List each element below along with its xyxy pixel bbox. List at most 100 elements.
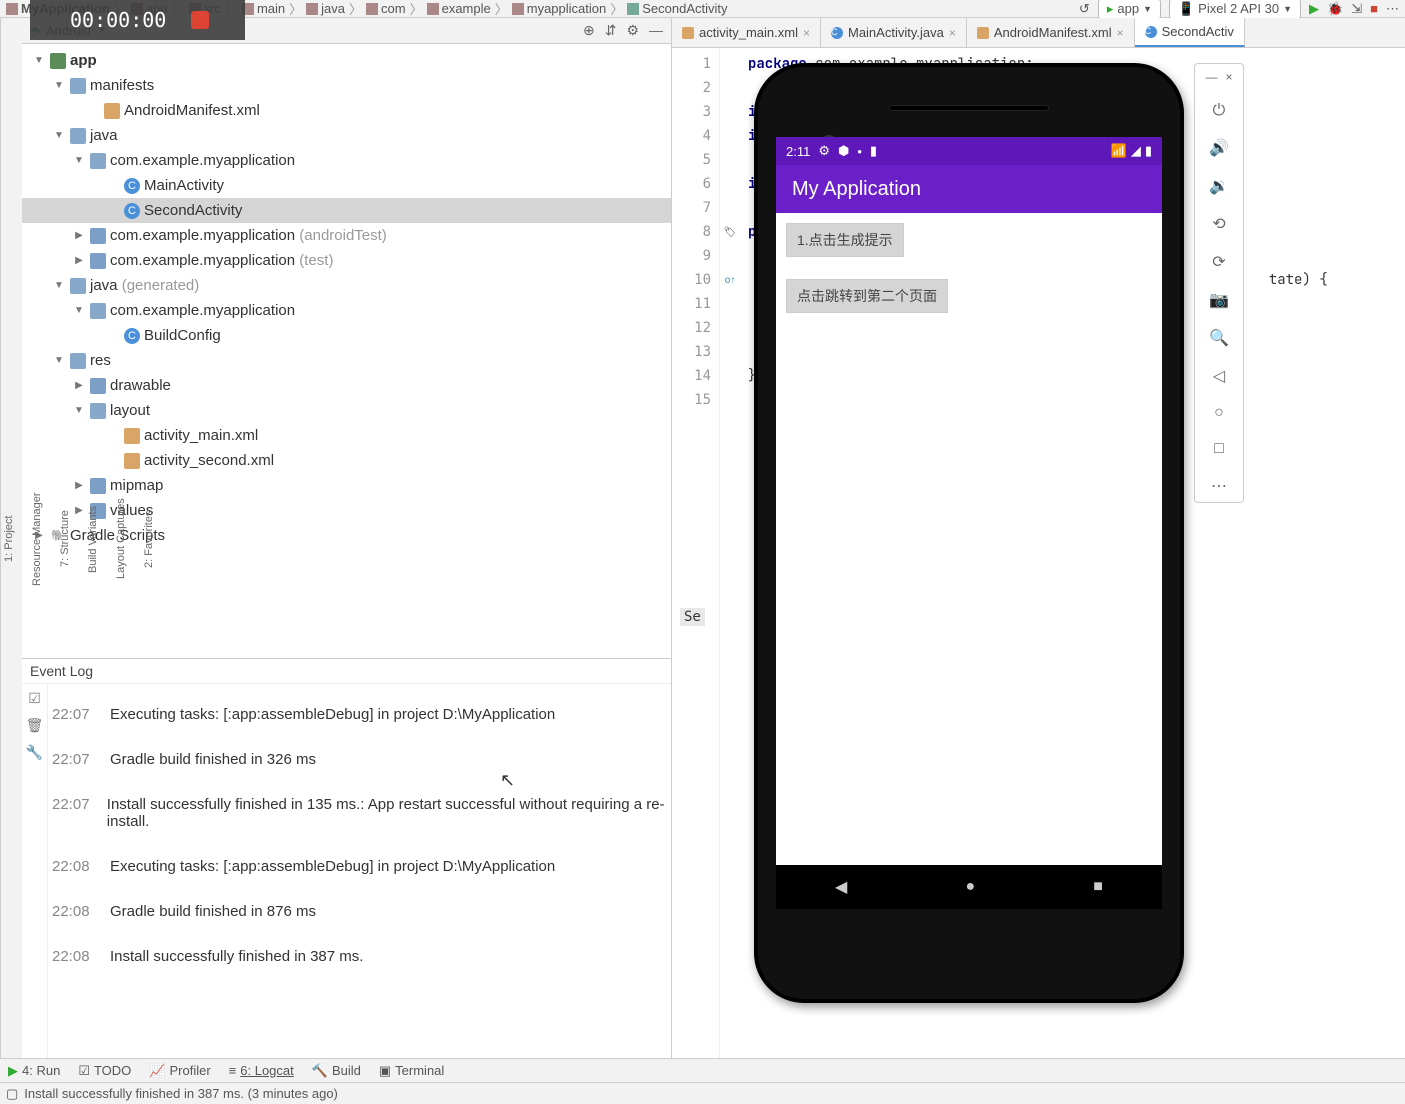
collapse-icon[interactable]: ⇵ [605,22,617,39]
xml-icon [977,27,989,39]
close-icon[interactable]: × [803,26,810,40]
package-icon [90,253,106,269]
hide-icon[interactable]: — [649,22,663,39]
tree-layout[interactable]: ▼layout [22,398,671,423]
editor-tab-androidmanifest[interactable]: AndroidManifest.xml× [967,18,1135,47]
overview-icon[interactable]: □ [1214,440,1224,458]
device-dropdown[interactable]: 📱Pixel 2 API 30▼ [1169,0,1301,19]
tree-manifests[interactable]: ▼manifests [22,73,671,98]
override-icon[interactable]: o↑ [720,268,740,292]
tree-pkg-test[interactable]: ▶com.example.myapplication (test) [22,248,671,273]
tab-profiler[interactable]: 📈Profiler [149,1063,210,1079]
close-icon[interactable]: × [1225,70,1232,84]
rail-build-variants[interactable]: Build Variants [85,501,101,576]
record-icon[interactable] [191,11,209,29]
phone-screen[interactable]: 2:11 ⚙ ⬢ • ▮ 📶 ◢ ▮ My App [776,137,1162,909]
tree-java[interactable]: ▼java [22,123,671,148]
tree-res[interactable]: ▼res [22,348,671,373]
more-icon[interactable]: ⋯ [1211,476,1227,496]
run-icon[interactable]: ▶ [1309,1,1319,17]
recording-overlay: 00:00:00 [30,0,245,40]
checkbox-icon[interactable]: ☑ [28,690,41,707]
breadcrumb-item[interactable]: com [366,1,406,16]
rail-resource-manager[interactable]: Resource Manager [29,488,45,590]
gutter-icon[interactable]: 🏷 [720,220,740,244]
minimize-icon[interactable]: — [1205,70,1217,84]
home-icon[interactable]: ○ [1214,404,1224,422]
breadcrumb-item[interactable]: myapplication [512,1,607,16]
rail-project[interactable]: 1: Project [1,512,17,566]
emulator-window[interactable]: 2:11 ⚙ ⬢ • ▮ 📶 ◢ ▮ My App [754,63,1244,1003]
rail-layout-captures[interactable]: Layout Captures [113,495,129,584]
event-log-messages[interactable]: 22:07Executing tasks: [:app:assembleDebu… [48,684,671,1060]
close-icon[interactable]: × [1117,26,1124,40]
generate-hint-button[interactable]: 1.点击生成提示 [786,223,904,257]
tree-mainactivity[interactable]: MainActivity [22,173,671,198]
rail-structure[interactable]: 7: Structure [57,507,73,572]
attach-icon[interactable]: ⇲ [1351,1,1362,17]
camera-icon[interactable]: 📷 [1209,290,1229,310]
app-content: 1.点击生成提示 点击跳转到第二个页面 [776,213,1162,323]
tab-build[interactable]: 🔨Build [312,1063,361,1079]
editor-tab-mainactivity[interactable]: MainActivity.java× [821,18,967,47]
goto-second-page-button[interactable]: 点击跳转到第二个页面 [786,279,948,313]
tab-logcat[interactable]: ≡6: Logcat [229,1063,294,1078]
breadcrumb-item[interactable]: main [242,1,285,16]
gear-icon: ⚙ [818,143,830,159]
folder-icon [70,128,86,144]
class-icon [124,178,140,194]
rotate-left-icon[interactable]: ⟲ [1212,214,1225,234]
folder-icon [70,78,86,94]
tab-todo[interactable]: ☑TODO [78,1063,131,1079]
tree-layout-second[interactable]: activity_second.xml [22,448,671,473]
folder-icon [306,3,318,15]
editor-body[interactable]: 123456789101112131415 🏷 o↑ package packa… [672,48,1405,1060]
tree-java-gen[interactable]: ▼java (generated) [22,273,671,298]
tree-manifest-file[interactable]: AndroidManifest.xml [22,98,671,123]
trash-icon[interactable]: 🗑 [26,717,44,734]
breadcrumb-item[interactable]: example [427,1,491,16]
folder-icon [70,353,86,369]
run-config-dropdown[interactable]: ▸app▼ [1098,0,1161,19]
stop-icon[interactable]: ■ [1370,1,1378,16]
power-icon[interactable]: ⏻ [1213,102,1226,120]
rotate-right-icon[interactable]: ⟳ [1212,252,1225,272]
tree-drawable[interactable]: ▶drawable [22,373,671,398]
tab-terminal[interactable]: ▣Terminal [379,1063,444,1079]
wrench-icon[interactable]: 🔧 [26,744,43,761]
log-entry: 22:08Executing tasks: [:app:assembleDebu… [52,844,667,889]
breadcrumb-item[interactable]: java [306,1,345,16]
sync-icon[interactable]: ↺ [1079,1,1090,17]
bottom-tool-tabs: ▶4: Run ☑TODO 📈Profiler ≡6: Logcat 🔨Buil… [0,1058,1405,1082]
folder-icon [512,3,524,15]
rail-favorites[interactable]: 2: Favorites [141,506,157,571]
tree-pkg-gen[interactable]: ▼com.example.myapplication [22,298,671,323]
wifi-icon: 📶 [1111,143,1127,159]
class-icon [627,3,639,15]
editor-tab-secondactivity[interactable]: SecondActiv [1135,18,1245,47]
debug-icon[interactable]: 🐞 [1327,1,1343,17]
zoom-icon[interactable]: 🔍 [1209,328,1229,348]
tree-layout-main[interactable]: activity_main.xml [22,423,671,448]
recents-icon[interactable]: ■ [1093,878,1103,896]
settings-icon[interactable]: ⚙ [626,22,639,39]
volume-up-icon[interactable]: 🔊 [1209,138,1229,158]
home-icon[interactable]: ● [965,878,975,896]
tree-pkg-androidtest[interactable]: ▶com.example.myapplication (androidTest) [22,223,671,248]
tree-pkg[interactable]: ▼com.example.myapplication [22,148,671,173]
tree-buildconfig[interactable]: BuildConfig [22,323,671,348]
volume-down-icon[interactable]: 🔉 [1209,176,1229,196]
tab-run[interactable]: ▶4: Run [8,1063,60,1079]
back-icon[interactable]: ◁ [1213,366,1225,386]
more-icon[interactable]: ⋯ [1386,1,1399,17]
status-icon[interactable]: ▢ [6,1086,18,1102]
breadcrumb-item[interactable]: SecondActivity [627,1,727,16]
tree-secondactivity[interactable]: SecondActivity [22,198,671,223]
tree-app[interactable]: ▼app [22,48,671,73]
editor-tab-activity-main[interactable]: activity_main.xml× [672,18,821,47]
status-bar: ▢ Install successfully finished in 387 m… [0,1082,1405,1104]
target-icon[interactable]: ⊕ [583,22,595,39]
close-icon[interactable]: × [949,26,956,40]
signal-icon: ◢ [1131,143,1141,159]
back-icon[interactable]: ◀ [835,877,847,897]
